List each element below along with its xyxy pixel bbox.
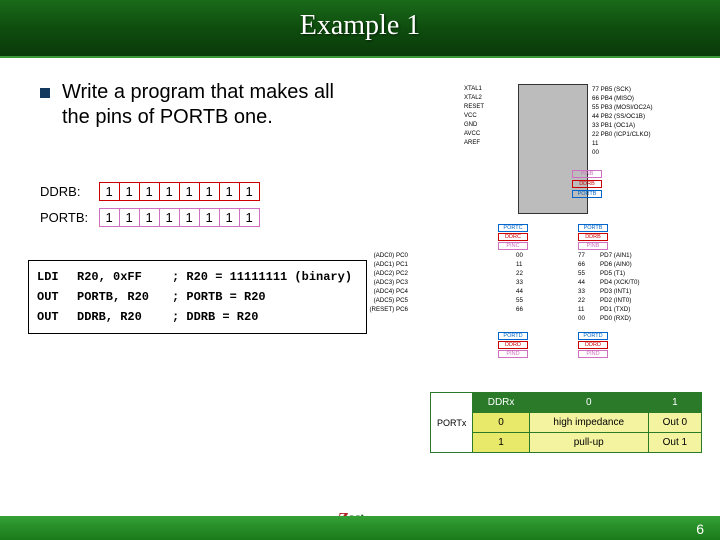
- slide-content: Write a program that makes all the pins …: [0, 70, 720, 510]
- register-row-ddrb: DDRB: 11111111: [40, 182, 260, 201]
- truth-r0c0: high impedance: [529, 413, 648, 433]
- truth-r1c1: Out 1: [648, 433, 701, 453]
- bullet-text: Write a program that makes all the pins …: [62, 80, 340, 130]
- ddrb-bits: 11111111: [99, 182, 260, 201]
- chip-diagram: XTAL1XTAL2RESETVCCGNDAVCCAREF 77 PB5 (SC…: [402, 76, 702, 376]
- portb-label: PORTB:: [40, 210, 95, 225]
- truth-table: PORTx DDRx 0 1 0 high impedance Out 0 1 …: [430, 392, 702, 453]
- truth-r1c0: pull-up: [529, 433, 648, 453]
- title-bar: Example 1: [0, 0, 720, 58]
- rect-ddrb: DDRB: [572, 180, 602, 188]
- bullet-marker: [40, 88, 50, 98]
- truth-col-1: 1: [648, 393, 701, 413]
- truth-row1-label: 1: [473, 433, 529, 453]
- rect-portb: PORTB: [572, 190, 602, 198]
- truth-col-0: 0: [529, 393, 648, 413]
- truth-row-header: PORTx: [431, 393, 473, 453]
- truth-row0-label: 0: [473, 413, 529, 433]
- footer-bar: 6: [0, 516, 720, 540]
- register-row-portb: PORTB: 11111111: [40, 208, 260, 227]
- slide-title: Example 1: [300, 10, 421, 41]
- page-number: 6: [696, 521, 704, 537]
- truth-col-header: DDRx: [473, 393, 529, 413]
- ddrb-label: DDRB:: [40, 184, 95, 199]
- truth-r0c1: Out 0: [648, 413, 701, 433]
- bullet-block: Write a program that makes all the pins …: [40, 80, 340, 130]
- portb-bits: 11111111: [99, 208, 260, 227]
- rect-pinb: PINB: [572, 170, 602, 178]
